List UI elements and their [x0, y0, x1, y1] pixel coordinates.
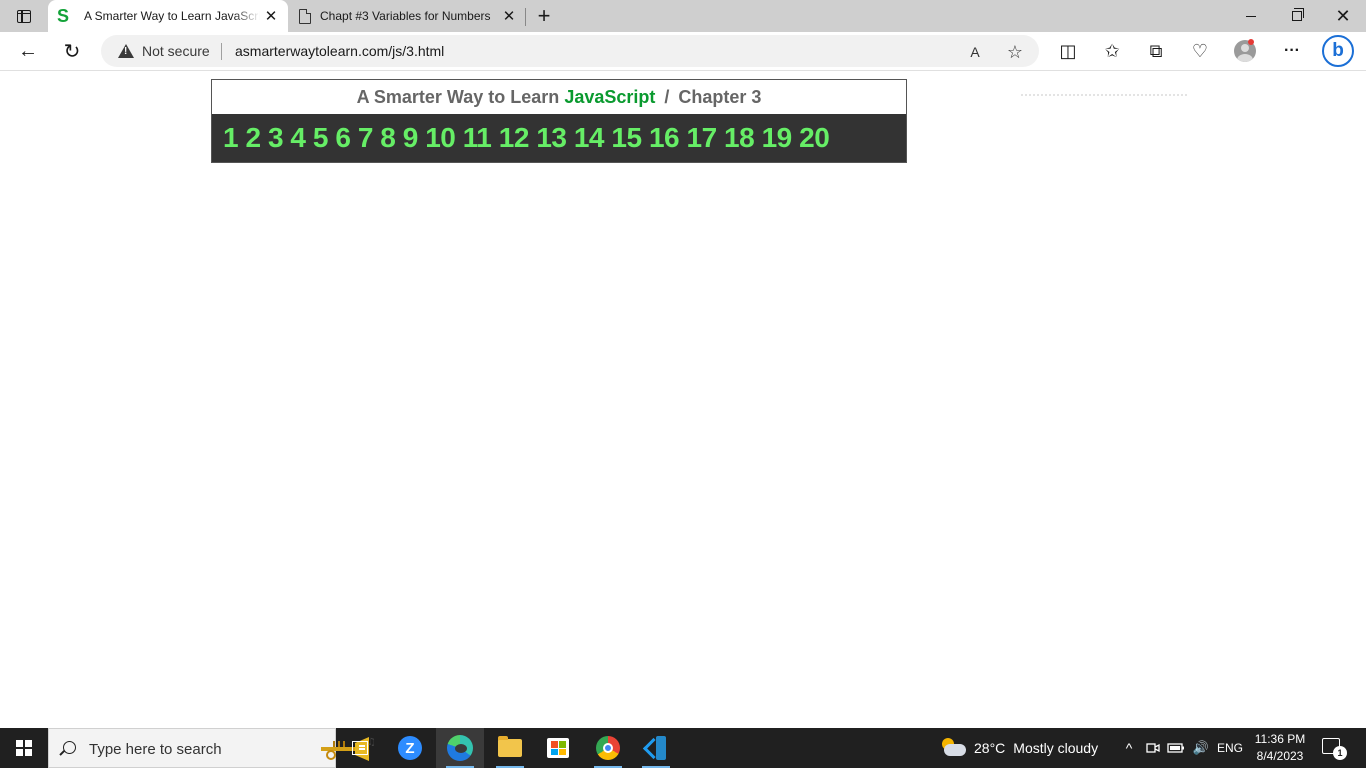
chapter-link-10[interactable]: 10 — [425, 122, 456, 154]
favorite-star-icon[interactable]: ☆ — [1004, 41, 1026, 63]
notification-dot — [1248, 39, 1254, 45]
close-window-button[interactable]: ✕ — [1320, 0, 1366, 32]
zoom-app[interactable]: Z — [386, 728, 434, 768]
chapter-link-15[interactable]: 15 — [611, 122, 642, 154]
refresh-button[interactable]: ↻ — [56, 36, 88, 66]
chapter-nav: 1 2 3 4 5 6 7 8 9 10 11 12 13 14 15 16 17 18 19 20 — [212, 114, 906, 162]
chapter-label: Chapter 3 — [678, 86, 762, 107]
partly-cloudy-icon — [940, 738, 966, 758]
browser-toolbar: ← ↻ Not secure asmarterwaytolearn.com/js… — [0, 32, 1366, 71]
bing-chat-button[interactable]: b — [1322, 35, 1354, 67]
vscode-icon — [644, 736, 668, 760]
url-text[interactable]: asmarterwaytolearn.com/js/3.html — [235, 43, 444, 59]
taskbar: Type here to search ♫ Z 28°C Mostly clou… — [0, 728, 1366, 768]
minimize-icon — [1246, 15, 1256, 17]
chapter-link-11[interactable]: 11 — [463, 122, 492, 154]
close-tab-icon[interactable]: ✕ — [498, 5, 520, 27]
chapter-link-4[interactable]: 4 — [290, 122, 306, 154]
chrome-icon — [596, 736, 620, 760]
weather-condition: Mostly cloudy — [1013, 740, 1099, 756]
chapter-link-9[interactable]: 9 — [403, 122, 419, 154]
clock[interactable]: 11:36 PM 8/4/2023 — [1250, 731, 1310, 765]
chapter-link-6[interactable]: 6 — [335, 122, 351, 154]
chapter-link-16[interactable]: 16 — [649, 122, 680, 154]
chapter-link-12[interactable]: 12 — [499, 122, 530, 154]
security-label[interactable]: Not secure — [142, 43, 210, 59]
chapter-header: A Smarter Way to Learn JavaScript / Chapte… — [211, 79, 907, 163]
chapter-link-7[interactable]: 7 — [358, 122, 374, 154]
more-options-button[interactable]: ··· — [1276, 36, 1308, 66]
chapter-link-5[interactable]: 5 — [313, 122, 329, 154]
minimize-button[interactable] — [1228, 0, 1274, 32]
folder-icon — [498, 736, 522, 757]
tab-title: A Smarter Way to Learn JavaScript — [84, 9, 260, 23]
restore-icon — [1292, 8, 1304, 21]
warning-icon — [118, 44, 134, 58]
start-button[interactable] — [0, 728, 48, 768]
clock-date: 8/4/2023 — [1256, 749, 1304, 763]
chrome-app[interactable] — [584, 728, 632, 768]
edge-icon — [447, 735, 473, 761]
profile-button[interactable] — [1229, 36, 1261, 66]
chapter-link-3[interactable]: 3 — [268, 122, 284, 154]
read-aloud-icon[interactable]: A — [964, 41, 986, 63]
meet-now-icon[interactable] — [1144, 728, 1162, 768]
tab-title: Chapt #3 Variables for Numbers — [320, 9, 491, 23]
performance-button[interactable]: ♡ — [1184, 36, 1216, 66]
tab-divider — [525, 8, 526, 26]
tab-strip: S A Smarter Way to Learn JavaScript ✕ Ch… — [0, 0, 1366, 32]
page-title: A Smarter Way to Learn JavaScript / Chapte… — [212, 80, 906, 114]
address-bar[interactable]: Not secure asmarterwaytolearn.com/js/3.h… — [101, 35, 1039, 67]
collections-button[interactable]: ⧉ — [1140, 36, 1172, 66]
chapter-link-19[interactable]: 19 — [762, 122, 793, 154]
dotted-line — [1020, 94, 1188, 96]
task-view-button[interactable] — [336, 728, 384, 768]
chapter-link-2[interactable]: 2 — [245, 122, 261, 154]
back-button[interactable]: ← — [12, 36, 44, 66]
search-icon — [63, 741, 76, 754]
split-screen-button[interactable]: ◫ — [1052, 36, 1084, 66]
battery-icon[interactable] — [1166, 728, 1186, 768]
chapter-link-14[interactable]: 14 — [574, 122, 605, 154]
chapter-link-20[interactable]: 20 — [799, 122, 830, 154]
chapter-link-18[interactable]: 18 — [724, 122, 755, 154]
title-prefix: A Smarter Way to Learn — [356, 86, 560, 107]
weather-temp: 28°C — [974, 740, 1006, 756]
vscode-app[interactable] — [632, 728, 680, 768]
site-favicon-icon: S — [57, 6, 70, 26]
chapter-link-1[interactable]: 1 — [223, 122, 239, 154]
favorites-button[interactable]: ✩ — [1096, 36, 1128, 66]
clock-time: 11:36 PM — [1254, 732, 1306, 746]
chapter-link-8[interactable]: 8 — [380, 122, 396, 154]
new-tab-button[interactable]: + — [532, 3, 556, 28]
title-highlight[interactable]: JavaScript — [564, 87, 655, 108]
close-tab-icon[interactable]: ✕ — [260, 5, 282, 27]
tab-actions-button[interactable] — [6, 4, 42, 28]
language-indicator[interactable]: ENG — [1216, 728, 1244, 768]
web-page: A Smarter Way to Learn JavaScript / Chapte… — [0, 72, 1366, 728]
restore-button[interactable] — [1274, 0, 1320, 32]
tab-chapt-3[interactable]: Chapt #3 Variables for Numbers ✕ — [290, 0, 526, 32]
tab-smarter-way[interactable]: S A Smarter Way to Learn JavaScript ✕ — [48, 0, 288, 32]
windows-icon — [16, 740, 32, 756]
show-hidden-icons-button[interactable]: ^ — [1120, 728, 1138, 768]
chapter-link-17[interactable]: 17 — [687, 122, 718, 154]
file-explorer-app[interactable] — [486, 728, 534, 768]
address-divider — [221, 43, 222, 60]
title-separator: / — [664, 86, 670, 107]
weather-widget[interactable]: 28°C Mostly cloudy — [940, 728, 1098, 768]
chapter-link-13[interactable]: 13 — [536, 122, 567, 154]
notification-badge: 1 — [1333, 746, 1347, 760]
edge-app[interactable] — [436, 728, 484, 768]
task-view-icon — [352, 741, 368, 755]
tab-actions-icon — [17, 9, 31, 23]
taskbar-search[interactable]: Type here to search ♫ — [48, 728, 376, 768]
store-icon — [547, 738, 569, 758]
store-app[interactable] — [534, 728, 582, 768]
search-input[interactable]: Type here to search — [89, 741, 222, 758]
zoom-icon: Z — [398, 736, 422, 760]
volume-icon[interactable]: 🔊 — [1190, 728, 1212, 768]
document-icon — [299, 8, 311, 24]
